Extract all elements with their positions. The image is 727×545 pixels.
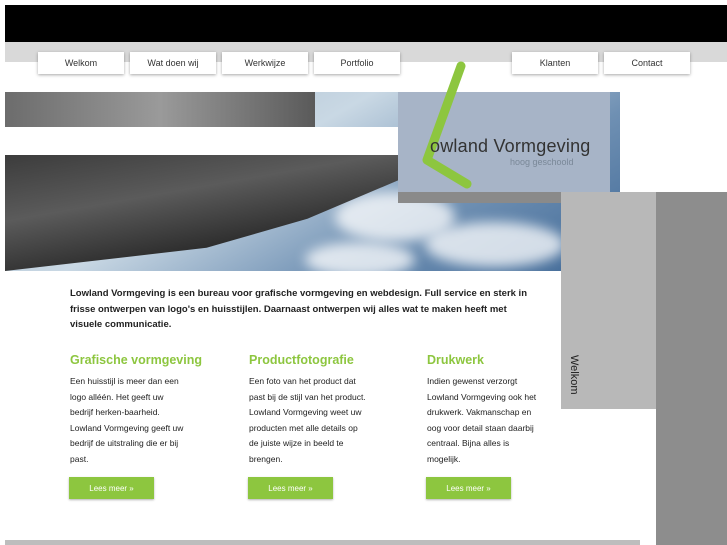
column-title-grafische: Grafische vormgeving — [70, 353, 202, 367]
nav-wat-doen-wij[interactable]: Wat doen wij — [130, 52, 216, 74]
intro-text: Lowland Vormgeving is een bureau voor gr… — [70, 288, 528, 330]
logo-tagline: hoog geschoold — [510, 157, 574, 167]
nav-contact[interactable]: Contact — [604, 52, 690, 74]
nav-welkom[interactable]: Welkom — [38, 52, 124, 74]
top-header-bar — [5, 5, 727, 42]
nav-werkwijze[interactable]: Werkwijze — [222, 52, 308, 74]
column-title-drukwerk: Drukwerk — [427, 353, 484, 367]
logo-l-mark-icon — [422, 61, 472, 189]
side-panel-dark — [656, 192, 727, 545]
side-panel-label: Welkom — [568, 355, 580, 395]
nav-portfolio[interactable]: Portfolio — [314, 52, 400, 74]
building-top — [5, 92, 315, 127]
bottom-bar — [5, 540, 640, 545]
hero-white-band — [5, 127, 400, 155]
logo-title: owland Vormgeving — [430, 136, 591, 156]
nav-klanten[interactable]: Klanten — [512, 52, 598, 74]
column-text-productfotografie: Een foto van het product dat past bij de… — [249, 376, 366, 464]
column-text-drukwerk: Indien gewenst verzorgt Lowland Vormgevi… — [427, 376, 537, 464]
column-title-productfotografie: Productfotografie — [249, 353, 354, 367]
column-text-grafische: Een huisstijl is meer dan een logo alléé… — [70, 376, 184, 464]
lees-meer-button-grafische[interactable]: Lees meer » — [69, 477, 154, 499]
lees-meer-button-drukwerk[interactable]: Lees meer » — [426, 477, 511, 499]
lees-meer-button-productfotografie[interactable]: Lees meer » — [248, 477, 333, 499]
